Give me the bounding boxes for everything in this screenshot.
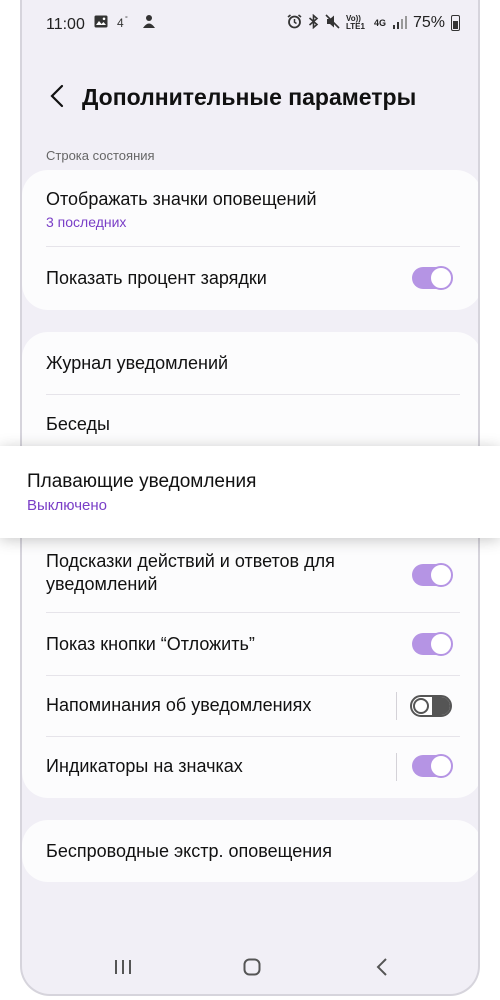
status-left-icons: 4 ° (94, 14, 156, 32)
section-label-status-bar: Строка состояния (46, 148, 155, 163)
conversations-title: Беседы (46, 414, 110, 434)
notification-icons-item[interactable]: Отображать значки оповещений 3 последних (22, 170, 478, 246)
snooze-button-title: Показ кнопки “Отложить” (46, 634, 255, 654)
battery-percent-title: Показать процент зарядки (46, 268, 267, 288)
alarm-icon (287, 14, 302, 32)
status-time: 11:00 (46, 16, 85, 33)
chevron-left-icon (50, 84, 64, 113)
snooze-button-item[interactable]: Показ кнопки “Отложить” (22, 613, 478, 675)
battery-icon (451, 15, 460, 31)
notification-reminders-toggle[interactable] (410, 695, 452, 717)
notification-reminders-item[interactable]: Напоминания об уведомлениях (22, 676, 478, 736)
wireless-emergency-alerts-item[interactable]: Беспроводные экстр. оповещения (22, 820, 478, 882)
recents-icon (114, 959, 132, 980)
emergency-alerts-card: Беспроводные экстр. оповещения (22, 820, 478, 882)
back-button[interactable] (44, 82, 70, 114)
status-bar-card: Отображать значки оповещений 3 последних… (22, 170, 478, 310)
wireless-emergency-alerts-title: Беспроводные экстр. оповещения (46, 841, 332, 861)
separator (396, 753, 397, 781)
svg-text:°: ° (125, 15, 128, 23)
app-header: Дополнительные параметры (22, 80, 478, 120)
floating-notifications-item[interactable]: Плавающие уведомления Выключено (0, 446, 500, 538)
back-icon (376, 957, 388, 981)
floating-notifications-subtitle: Выключено (27, 497, 107, 514)
snooze-button-toggle[interactable] (412, 632, 453, 656)
home-button[interactable] (237, 956, 267, 982)
battery-percent-item[interactable]: Показать процент зарядки (22, 247, 478, 310)
person-icon (142, 14, 156, 32)
back-nav-button[interactable] (367, 956, 397, 982)
notification-icons-subtitle: 3 последних (46, 214, 127, 230)
notification-icons-title: Отображать значки оповещений (46, 189, 317, 209)
bluetooth-icon (308, 13, 319, 32)
action-suggestions-title-line2: уведомлений (46, 574, 158, 594)
image-icon (94, 15, 108, 31)
conversations-item[interactable]: Беседы (22, 395, 478, 445)
app-icon-badges-item[interactable]: Индикаторы на значках (22, 737, 478, 798)
notification-history-item[interactable]: Журнал уведомлений (22, 332, 478, 394)
svg-text:4: 4 (117, 16, 124, 29)
page-title: Дополнительные параметры (82, 84, 417, 110)
volte-icon: Vo)) LTE1 (345, 14, 365, 31)
app-icon-badges-title: Индикаторы на значках (46, 756, 243, 776)
notification-history-title: Журнал уведомлений (46, 353, 229, 373)
mute-icon (325, 14, 340, 32)
navigation-bar (22, 950, 478, 990)
status-bar: 11:00 4 ° Vo)) LTE1 4G 75% (22, 0, 478, 46)
floating-notifications-title: Плавающие уведомления (27, 471, 257, 492)
signal-icon (392, 15, 407, 32)
app-icon-badges-toggle[interactable] (412, 754, 453, 778)
action-suggestions-toggle[interactable] (412, 563, 453, 587)
action-suggestions-title-line1: Подсказки действий и ответов для (46, 551, 335, 571)
separator (396, 692, 397, 720)
notification-reminders-title: Напоминания об уведомлениях (46, 695, 312, 715)
4g-signal-icon: 4 ° (117, 15, 133, 32)
home-icon (243, 958, 261, 981)
recents-button[interactable] (108, 956, 138, 982)
battery-percent: 75% (412, 14, 445, 31)
4g-data-icon: 4G (373, 18, 386, 28)
battery-percent-toggle[interactable] (412, 266, 453, 290)
action-suggestions-item[interactable]: Подсказки действий и ответов для уведомл… (22, 540, 478, 612)
status-right-icons: Vo)) LTE1 4G 75% (287, 13, 460, 32)
notifications-card: Журнал уведомлений Беседы Подсказки дейс… (22, 332, 478, 798)
